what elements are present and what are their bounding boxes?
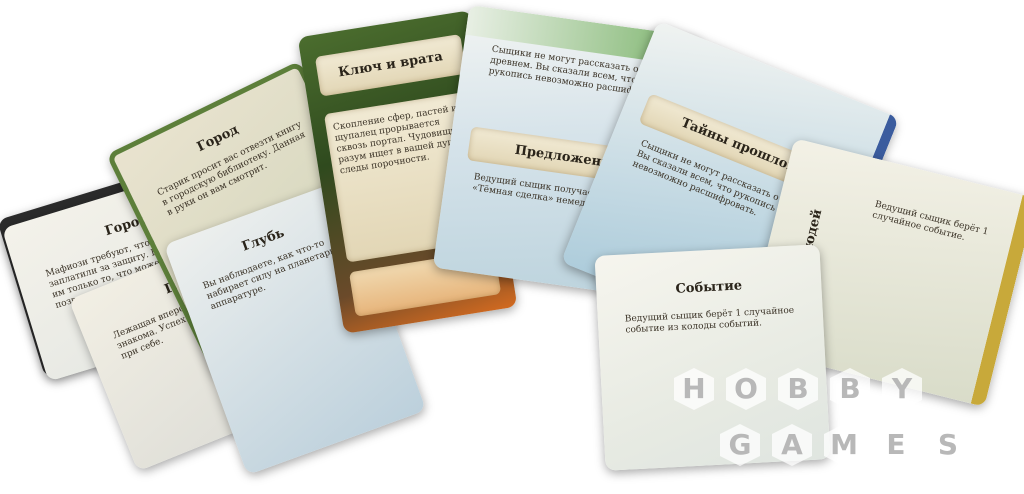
watermark-letter: O [734, 372, 758, 405]
watermark-letter: S [938, 428, 958, 461]
card-title: Событие [675, 278, 743, 297]
watermark-letter: A [781, 428, 803, 461]
card-text: Ведущий сыщик берёт 1 случайное событие … [624, 305, 795, 336]
watermark-letter: M [830, 428, 858, 461]
watermark-letter: Y [891, 372, 913, 405]
photo: Город Мафиози требуют, чтобы вы заплатил… [0, 0, 1024, 494]
watermark-letter: H [682, 372, 705, 405]
watermark-row-games: G A M E S [720, 424, 968, 466]
card-text: Ведущий сыщик берёт 1 случайное событие. [871, 199, 990, 244]
watermark-letter: B [787, 372, 808, 405]
watermark-letter: E [886, 428, 905, 461]
hobby-games-watermark: H O B B Y G A M E S [674, 368, 968, 466]
watermark-row-hobby: H O B B Y [674, 368, 922, 410]
watermark-letter: G [729, 428, 752, 461]
watermark-letter: B [839, 372, 860, 405]
